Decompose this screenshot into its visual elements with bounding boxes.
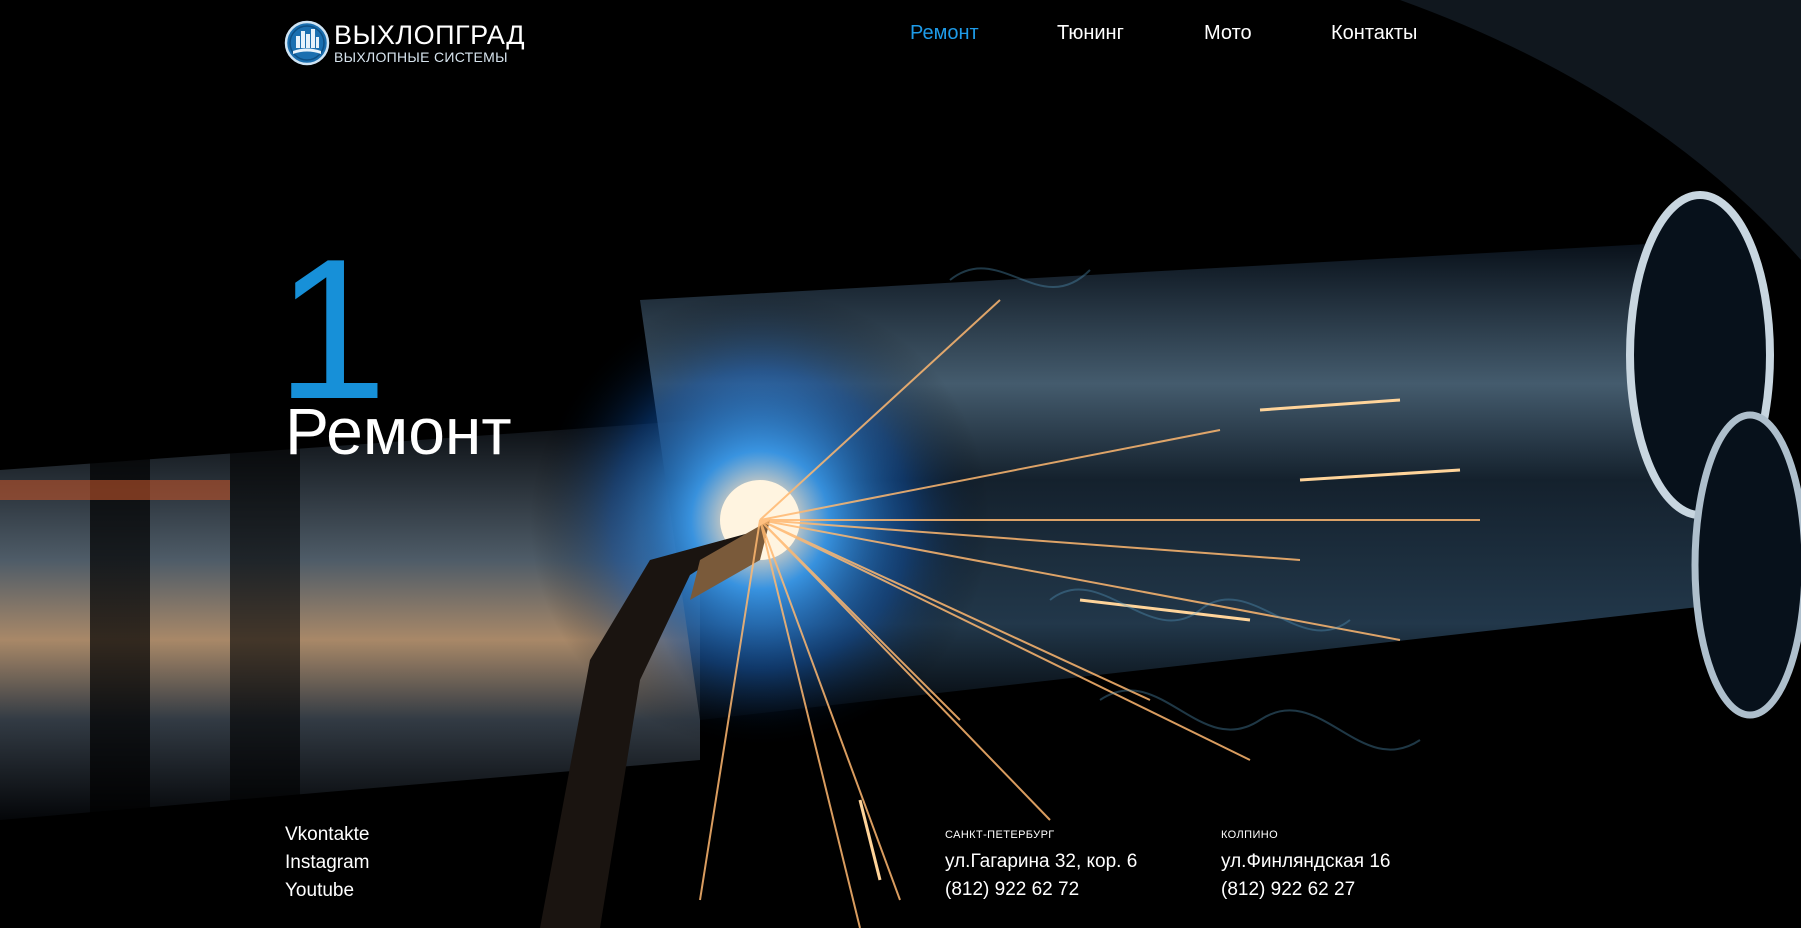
social-links: Vkontakte Instagram Youtube bbox=[285, 821, 370, 905]
contact-block-kolpino: КОЛПИНО ул.Финляндская 16 (812) 922 62 2… bbox=[1221, 828, 1390, 904]
hero-background-image bbox=[0, 0, 1801, 928]
contact-city: КОЛПИНО bbox=[1221, 829, 1279, 841]
social-link-vkontakte[interactable]: Vkontakte bbox=[285, 821, 370, 849]
nav-item-moto[interactable]: Мото bbox=[1204, 22, 1252, 45]
nav-item-remont[interactable]: Ремонт bbox=[910, 22, 979, 45]
nav-item-contacts[interactable]: Контакты bbox=[1331, 22, 1417, 45]
contact-city: САНКТ-ПЕТЕРБУРГ bbox=[945, 829, 1055, 841]
contact-block-spb: САНКТ-ПЕТЕРБУРГ ул.Гагарина 32, кор. 6 (… bbox=[945, 828, 1137, 904]
contact-phone[interactable]: (812) 922 62 27 bbox=[1221, 876, 1390, 904]
main-nav: Ремонт Тюнинг Мото Контакты bbox=[0, 22, 1801, 48]
contact-address: ул.Финляндская 16 bbox=[1221, 851, 1391, 872]
social-link-youtube[interactable]: Youtube bbox=[285, 877, 370, 905]
nav-item-tuning[interactable]: Тюнинг bbox=[1057, 22, 1124, 45]
contact-phone[interactable]: (812) 922 62 72 bbox=[945, 876, 1137, 904]
social-link-instagram[interactable]: Instagram bbox=[285, 849, 370, 877]
hero-title: Ремонт bbox=[285, 394, 512, 468]
brand-subtitle: ВЫХЛОПНЫЕ СИСТЕМЫ bbox=[334, 49, 508, 65]
contact-address: ул.Гагарина 32, кор. 6 bbox=[945, 851, 1138, 872]
